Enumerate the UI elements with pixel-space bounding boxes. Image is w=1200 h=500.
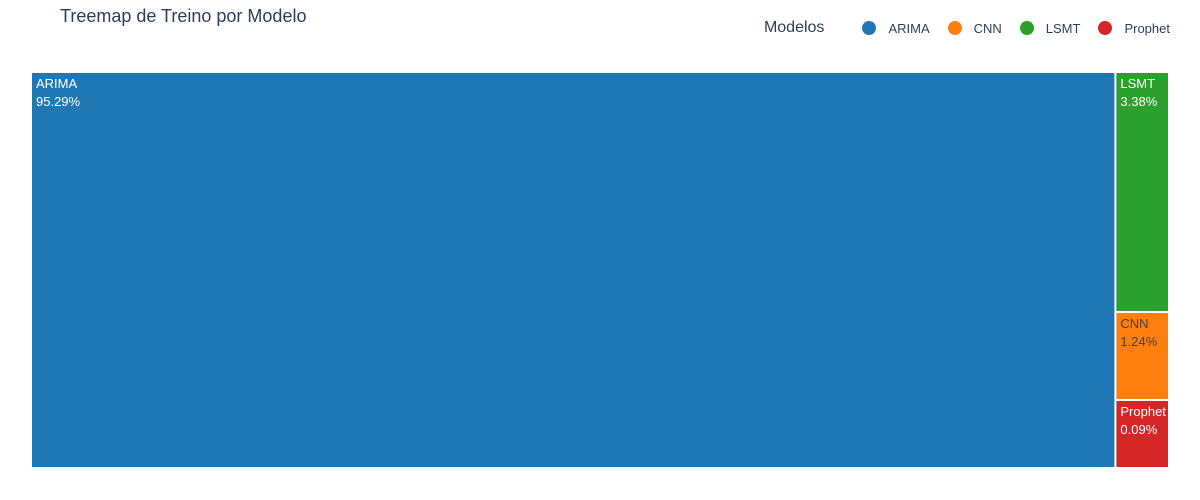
tile-rect-arima[interactable] [32,73,1115,467]
tile-label-prophet: Prophet [1120,404,1166,419]
tile-percent-arima: 95.29% [36,94,81,109]
tile-label-arima: ARIMA [36,76,78,91]
treemap-chart: ARIMA 95.29% LSMT 3.38% CNN 1.24% Prophet 0.09% [32,73,1168,467]
tile-lsmt[interactable]: LSMT 3.38% [1116,73,1168,311]
tile-prophet[interactable]: Prophet 0.09% [1116,401,1168,467]
tile-label-lsmt: LSMT [1120,76,1155,91]
tile-cnn[interactable]: CNN 1.24% [1116,312,1168,399]
tile-percent-prophet: 0.09% [1120,422,1157,437]
tile-label-cnn: CNN [1120,316,1148,331]
tile-percent-lsmt: 3.38% [1120,94,1157,109]
tile-arima[interactable]: ARIMA 95.29% [32,73,1115,467]
tile-percent-cnn: 1.24% [1120,334,1157,349]
